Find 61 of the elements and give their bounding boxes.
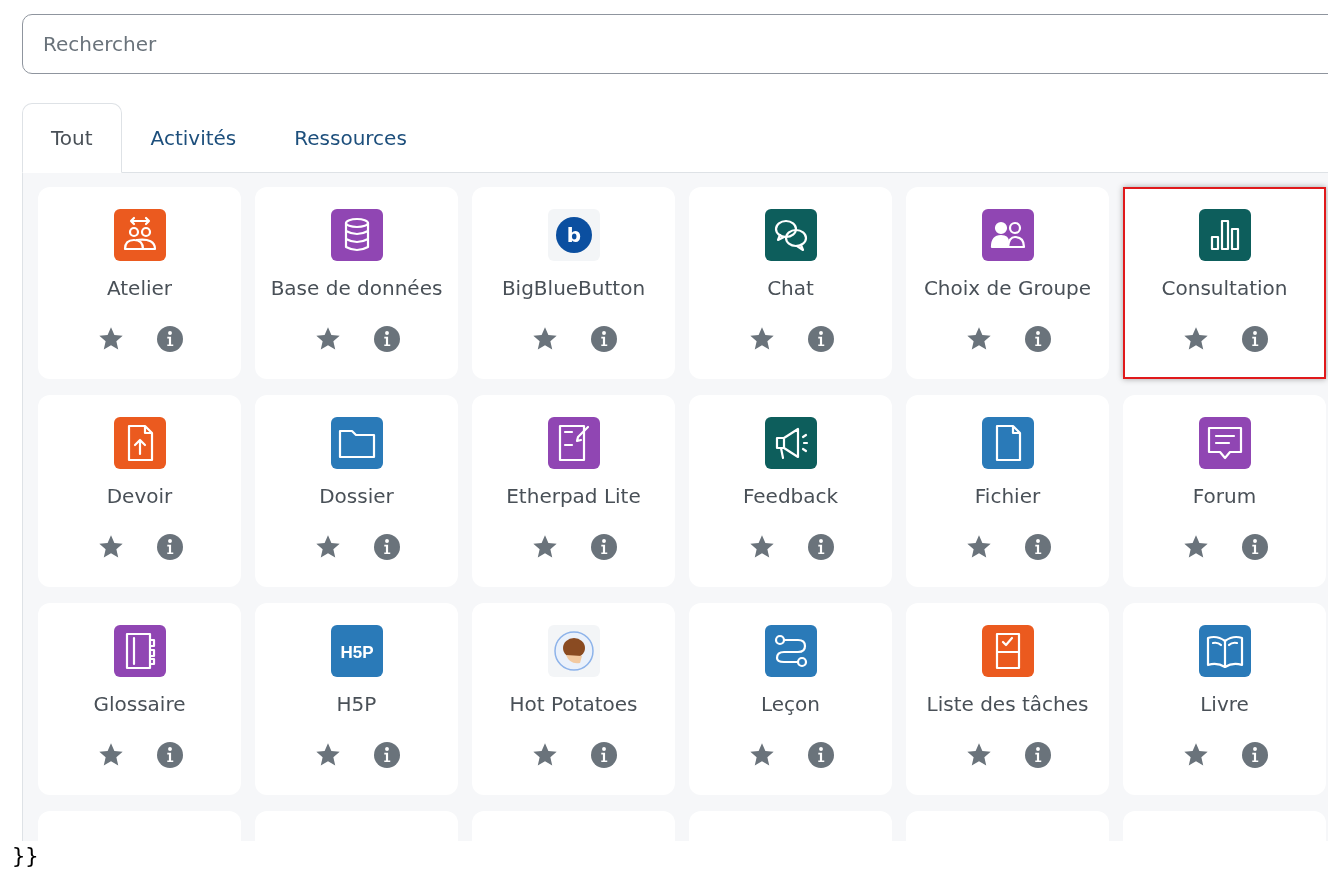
info-icon[interactable]	[1024, 326, 1051, 352]
info-icon[interactable]	[1024, 534, 1051, 560]
activity-card[interactable]: H5P H5P	[255, 603, 458, 795]
activity-card[interactable]: Dossier	[255, 395, 458, 587]
info-icon[interactable]	[373, 534, 400, 560]
info-icon[interactable]	[156, 326, 183, 352]
info-icon[interactable]	[1241, 326, 1268, 352]
activity-card[interactable]: Feedback	[689, 395, 892, 587]
info-icon[interactable]	[1024, 742, 1051, 768]
info-icon[interactable]	[590, 534, 617, 560]
activity-name: Chat	[767, 275, 814, 302]
info-icon[interactable]	[590, 742, 617, 768]
activity-card[interactable]: Base de données	[255, 187, 458, 379]
activity-name: Glossaire	[93, 691, 186, 718]
activity-name: Forum	[1192, 483, 1257, 510]
activity-card[interactable]: Chat	[689, 187, 892, 379]
activity-name: Hot Potatoes	[509, 691, 638, 718]
activity-card[interactable]: Livre	[1123, 603, 1326, 795]
activity-name: Livre	[1200, 691, 1249, 718]
logo-icon: b	[547, 209, 600, 261]
activity-card[interactable]: Consultation	[1123, 187, 1326, 379]
activity-name: Liste des tâches	[926, 691, 1089, 718]
activity-card[interactable]: Leçon	[689, 603, 892, 795]
activity-card[interactable]: b BigBlueButton	[472, 187, 675, 379]
activity-name: Choix de Groupe	[923, 275, 1092, 302]
info-icon[interactable]	[1241, 534, 1268, 560]
activity-card[interactable]: Devoir	[38, 395, 241, 587]
logo-icon: H5P	[330, 625, 383, 677]
info-icon[interactable]	[807, 534, 834, 560]
tab[interactable]: Activités	[121, 103, 266, 173]
activity-name: H5P	[336, 691, 377, 718]
activity-name: Consultation	[1161, 275, 1288, 302]
activity-name: Leçon	[761, 691, 820, 718]
tab[interactable]: Ressources	[265, 103, 436, 173]
info-icon[interactable]	[156, 534, 183, 560]
activity-card[interactable]: Forum	[1123, 395, 1326, 587]
activity-name: Fichier	[974, 483, 1041, 510]
activity-card[interactable]: Hot Potatoes	[472, 603, 675, 795]
activity-card[interactable]: Glossaire	[38, 603, 241, 795]
info-icon[interactable]	[156, 742, 183, 768]
stray-text: }}	[12, 843, 40, 869]
activity-card[interactable]: Etherpad Lite	[472, 395, 675, 587]
activity-card[interactable]: Fichier	[906, 395, 1109, 587]
info-icon[interactable]	[373, 326, 400, 352]
activity-card[interactable]: Choix de Groupe	[906, 187, 1109, 379]
activity-name: Devoir	[106, 483, 173, 510]
activity-name: Etherpad Lite	[506, 483, 641, 510]
info-icon[interactable]	[807, 742, 834, 768]
info-icon[interactable]	[1241, 742, 1268, 768]
info-icon[interactable]	[807, 326, 834, 352]
activity-card[interactable]: Atelier	[38, 187, 241, 379]
info-icon[interactable]	[373, 742, 400, 768]
activity-name: Base de données	[270, 275, 443, 302]
activity-name: Atelier	[106, 275, 173, 302]
search-field[interactable]: Rechercher	[22, 14, 1328, 74]
activity-card[interactable]: Liste des tâches	[906, 603, 1109, 795]
info-icon[interactable]	[590, 326, 617, 352]
tab[interactable]: Tout	[22, 103, 122, 173]
activity-name: BigBlueButton	[501, 275, 646, 302]
activity-name: Dossier	[319, 483, 394, 510]
activity-name: Feedback	[742, 483, 839, 510]
